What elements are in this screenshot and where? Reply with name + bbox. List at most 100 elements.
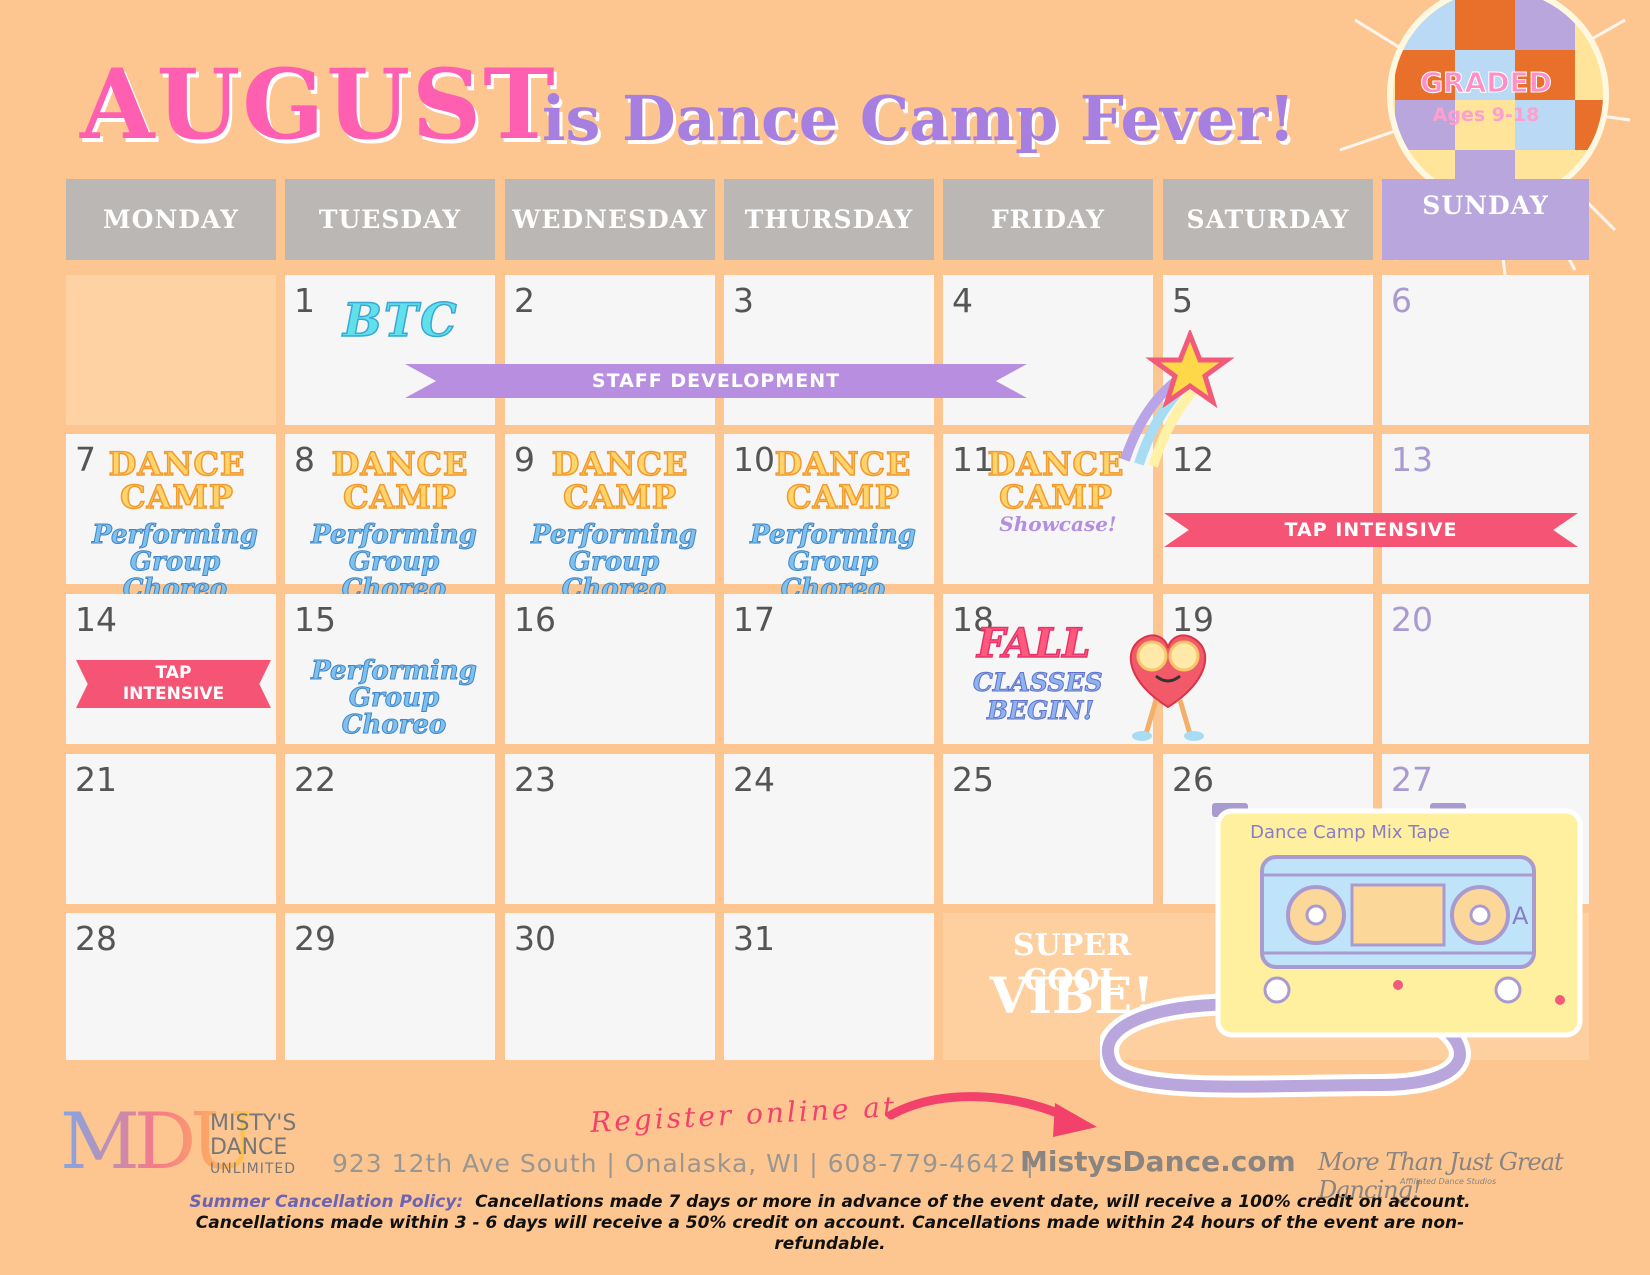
calendar-cell-14: 14 TAP INTENSIVE xyxy=(66,594,276,744)
date-number: 22 xyxy=(294,760,336,799)
calendar-cell-30: 30 xyxy=(505,913,715,1060)
calendar-cell-7: 7 DANCE CAMP Performing Group Choreo xyxy=(66,434,276,603)
camp-word: CAMP xyxy=(785,478,900,516)
dance-camp-label: DANCE CAMP xyxy=(768,445,918,516)
tap-intensive-banner: TAP INTENSIVE xyxy=(76,660,271,708)
calendar-cell-22: 22 xyxy=(285,754,495,904)
staff-development-label: STAFF DEVELOPMENT xyxy=(591,370,841,392)
date-number: 27 xyxy=(1391,760,1433,799)
calendar-cell-31: 31 xyxy=(724,913,934,1060)
tap-word: TAP xyxy=(155,663,192,683)
tagline-small: Affiliated Dance Studios xyxy=(1400,1177,1497,1186)
date-number: 6 xyxy=(1391,281,1412,320)
date-number: 31 xyxy=(733,919,775,958)
calendar-cell-1: 1 BTC xyxy=(285,275,495,425)
date-number: 28 xyxy=(75,919,117,958)
dance-word: DANCE xyxy=(551,445,689,483)
staff-development-banner: STAFF DEVELOPMENT xyxy=(405,364,1027,398)
performing-word: Performing xyxy=(531,520,698,550)
camp-word: CAMP xyxy=(119,478,234,516)
dance-word: DANCE xyxy=(774,445,912,483)
calendar-cell-20: 20 xyxy=(1382,594,1589,744)
showcase-label: Showcase! xyxy=(999,512,1117,536)
cancellation-policy: Summer Cancellation Policy: Cancellation… xyxy=(150,1192,1510,1255)
performing-word: Performing xyxy=(311,656,478,686)
logo-line2: DANCE xyxy=(210,1135,288,1160)
calendar-cell-24: 24 xyxy=(724,754,934,904)
calendar-cell-21: 21 xyxy=(66,754,276,904)
website-link[interactable]: MistysDance.com xyxy=(1020,1145,1296,1178)
policy-line1: Cancellations made 7 days or more in adv… xyxy=(475,1192,1471,1212)
arrow-icon xyxy=(886,1092,1097,1137)
logo-line1: MISTY'S xyxy=(210,1111,297,1136)
day-header-sunday: SUNDAY xyxy=(1382,179,1589,260)
calendar-cell-13: 13 xyxy=(1382,434,1589,584)
date-number: 20 xyxy=(1391,600,1433,639)
camp-word: CAMP xyxy=(562,478,677,516)
date-number: 8 xyxy=(294,440,315,479)
calendar-cell-2: 2 xyxy=(505,275,715,425)
heart-character-icon xyxy=(1129,634,1207,741)
day-header-wednesday: WEDNESDAY xyxy=(505,179,715,260)
day-header-friday: FRIDAY xyxy=(943,179,1153,260)
day-header-tuesday: TUESDAY xyxy=(285,179,495,260)
register-label: Register online at xyxy=(589,1089,898,1140)
day-header-monday: MONDAY xyxy=(66,179,276,260)
calendar-cell-9: 9 DANCE CAMP Performing Group Choreo xyxy=(505,434,715,603)
date-number: 16 xyxy=(514,600,556,639)
dance-word: DANCE xyxy=(331,445,469,483)
badge-title: GRADED xyxy=(1420,66,1553,100)
dance-camp-label: DANCE CAMP xyxy=(545,445,695,516)
date-number: 25 xyxy=(952,760,994,799)
footer-address: 923 12th Ave South | Onalaska, WI | 608-… xyxy=(332,1149,1036,1178)
date-number: 5 xyxy=(1172,281,1193,320)
badge-ages: Ages 9-18 xyxy=(1432,104,1540,126)
tape-side-label: A xyxy=(1512,902,1529,930)
date-number: 15 xyxy=(294,600,336,639)
dance-word: DANCE xyxy=(108,445,246,483)
performing-group-choreo-label: Performing Group Choreo xyxy=(299,520,489,603)
performing-group-choreo-label: Performing Group Choreo xyxy=(738,520,928,603)
company-logo: MDU MISTY'S DANCE UNLIMITED xyxy=(60,1097,320,1187)
btc-label: BTC xyxy=(342,292,459,348)
fall-label: FALL xyxy=(976,619,1091,668)
classes-label: CLASSES xyxy=(973,668,1104,698)
date-number: 13 xyxy=(1391,440,1433,479)
date-number: 23 xyxy=(514,760,556,799)
date-number: 21 xyxy=(75,760,117,799)
month-title: AUGUST xyxy=(80,48,557,161)
subtitle: is Dance Camp Fever! xyxy=(542,82,1296,155)
camp-word: CAMP xyxy=(342,478,457,516)
calendar-cell-28: 28 xyxy=(66,913,276,1060)
begin-label: BEGIN! xyxy=(986,696,1095,726)
date-number: 1 xyxy=(294,281,315,320)
tap-intensive-label: TAP INTENSIVE xyxy=(1284,519,1458,541)
dance-camp-label: DANCE CAMP xyxy=(102,445,252,516)
date-number: 17 xyxy=(733,600,775,639)
calendar-cell-10: 10 DANCE CAMP Performing Group Choreo xyxy=(724,434,934,603)
performing-word: Performing xyxy=(92,520,259,550)
calendar-cell-23: 23 xyxy=(505,754,715,904)
calendar-cell-8: 8 DANCE CAMP Performing Group Choreo xyxy=(285,434,495,603)
date-number: 14 xyxy=(75,600,117,639)
performing-word: Performing xyxy=(311,520,478,550)
calendar-cell-empty xyxy=(66,275,276,425)
day-header-saturday: SATURDAY xyxy=(1163,179,1373,260)
date-number: 24 xyxy=(733,760,775,799)
calendar-cell-6: 6 xyxy=(1382,275,1589,425)
calendar-cell-15: 15 Performing Group Choreo xyxy=(285,594,495,744)
date-number: 9 xyxy=(514,440,535,479)
performing-word: Performing xyxy=(750,520,917,550)
intensive-word: INTENSIVE xyxy=(122,684,225,704)
date-number: 30 xyxy=(514,919,556,958)
date-number: 29 xyxy=(294,919,336,958)
date-number: 26 xyxy=(1172,760,1214,799)
group-choreo-word: Group Choreo xyxy=(341,683,447,740)
performing-group-choreo-label: Performing Group Choreo xyxy=(519,520,709,603)
calendar-cell-16: 16 xyxy=(505,594,715,744)
camp-word: CAMP xyxy=(998,478,1113,516)
calendar-cell-3: 3 xyxy=(724,275,934,425)
mix-tape-label: Dance Camp Mix Tape xyxy=(1250,822,1450,843)
policy-line2: Cancellations made within 3 - 6 days wil… xyxy=(195,1213,1465,1254)
dance-camp-label: DANCE CAMP xyxy=(325,445,475,516)
